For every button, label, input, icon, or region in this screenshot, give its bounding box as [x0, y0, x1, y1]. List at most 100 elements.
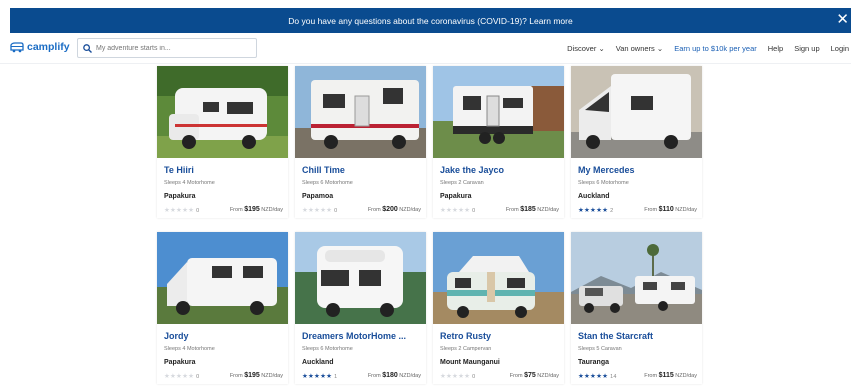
listing-title[interactable]: Jordy: [164, 331, 286, 341]
listing-meta: Sleeps 4 Motorhome: [164, 180, 215, 186]
star-rating: ★★★★★ 2: [578, 207, 614, 214]
nav-van-owners-label[interactable]: Van owners: [616, 44, 655, 53]
listing-sleeps: Sleeps 2: [440, 346, 462, 352]
listing-card[interactable]: My Mercedes Sleeps 6 Motorhome Auckland …: [571, 66, 702, 218]
star-rating: ★★★★★ 0: [302, 207, 338, 214]
price-amount: $200: [382, 206, 398, 213]
star-rating: ★★★★★ 0: [440, 207, 476, 214]
nav-divider: [0, 63, 851, 64]
listing-card[interactable]: Te Hiiri Sleeps 4 Motorhome Papakura ★★★…: [157, 66, 288, 218]
nav-signup[interactable]: Sign up: [794, 44, 819, 53]
listing-sleeps: Sleeps 4: [164, 346, 186, 352]
listing-location: Papamoa: [302, 193, 334, 200]
review-count: 0: [472, 208, 476, 214]
review-count: 0: [196, 374, 200, 380]
listing-location: Mount Maunganui: [440, 359, 500, 366]
listing-sleeps: Sleeps 6: [578, 180, 600, 186]
price-amount: $195: [244, 372, 260, 379]
listing-card[interactable]: Dreamers MotorHome ... Sleeps 6 Motorhom…: [295, 232, 426, 384]
listing-photo[interactable]: [433, 66, 564, 158]
listing-title[interactable]: Stan the Starcraft: [578, 331, 700, 341]
listing-photo[interactable]: [571, 232, 702, 324]
price-amount: $115: [658, 372, 674, 379]
price-amount: $110: [658, 206, 674, 213]
listing-type: Campervan: [462, 346, 492, 352]
listing-type: Motorhome: [324, 180, 353, 186]
listing-title[interactable]: Dreamers MotorHome ...: [302, 331, 424, 341]
listing-title[interactable]: My Mercedes: [578, 165, 700, 175]
nav-discover-label[interactable]: Discover: [567, 44, 596, 53]
star-rating: ★★★★★ 1: [302, 373, 338, 380]
review-count: 14: [610, 374, 617, 380]
listing-title[interactable]: Jake the Jayco: [440, 165, 562, 175]
listing-price: From $200 NZD/day: [368, 206, 421, 213]
chevron-down-icon: ⌄: [656, 44, 664, 53]
listing-photo[interactable]: [295, 66, 426, 158]
listing-photo[interactable]: [157, 66, 288, 158]
listing-title[interactable]: Te Hiiri: [164, 165, 286, 175]
price-unit: NZD/day: [675, 373, 697, 379]
star-rating: ★★★★★ 14: [578, 373, 617, 380]
camplify-logo[interactable]: camplify: [10, 41, 70, 53]
listing-location: Papakura: [164, 193, 196, 200]
banner-text[interactable]: Do you have any questions about the coro…: [288, 16, 572, 26]
listing-meta: Sleeps 6 Motorhome: [578, 180, 629, 186]
top-navigation: camplify Discover ⌄ Van owners ⌄ Earn up…: [0, 36, 851, 64]
listing-sleeps: Sleeps 2: [440, 180, 462, 186]
nav-earn[interactable]: Earn up to $10k per year: [674, 44, 757, 53]
search-input[interactable]: [96, 44, 246, 52]
nav-discover[interactable]: Discover ⌄: [567, 44, 605, 53]
chevron-down-icon: ⌄: [598, 44, 605, 53]
price-unit: NZD/day: [261, 373, 283, 379]
listing-type: Motorhome: [324, 346, 353, 352]
price-amount: $180: [382, 372, 398, 379]
listing-location: Tauranga: [578, 359, 609, 366]
listing-meta: Sleeps 5 Caravan: [578, 346, 622, 352]
price-from: From: [229, 373, 243, 379]
close-icon[interactable]: ✕: [836, 11, 849, 29]
listing-type: Caravan: [600, 346, 622, 352]
listing-photo[interactable]: [433, 232, 564, 324]
listing-card[interactable]: Chill Time Sleeps 6 Motorhome Papamoa ★★…: [295, 66, 426, 218]
price-unit: NZD/day: [675, 207, 697, 213]
listing-sleeps: Sleeps 4: [164, 180, 186, 186]
price-from: From: [509, 373, 523, 379]
listing-type: Motorhome: [600, 180, 629, 186]
listing-photo[interactable]: [295, 232, 426, 324]
listing-location: Auckland: [302, 359, 334, 366]
listing-price: From $195 NZD/day: [230, 206, 283, 213]
price-amount: $75: [524, 372, 536, 379]
listing-price: From $180 NZD/day: [368, 372, 421, 379]
listing-title[interactable]: Retro Rusty: [440, 331, 562, 341]
nav-help[interactable]: Help: [768, 44, 783, 53]
search-icon: [83, 43, 92, 53]
search-box[interactable]: [77, 38, 257, 58]
review-count: 0: [196, 208, 200, 214]
listing-location: Auckland: [578, 193, 610, 200]
listing-price: From $115 NZD/day: [644, 372, 697, 379]
review-count: 2: [610, 208, 614, 214]
listing-card[interactable]: Stan the Starcraft Sleeps 5 Caravan Taur…: [571, 232, 702, 384]
listing-photo[interactable]: [571, 66, 702, 158]
listing-card[interactable]: Retro Rusty Sleeps 2 Campervan Mount Mau…: [433, 232, 564, 384]
listing-card[interactable]: Jordy Sleeps 4 Motorhome Papakura ★★★★★ 0…: [157, 232, 288, 384]
nav-login[interactable]: Login: [831, 44, 849, 53]
van-logo-icon: [10, 41, 24, 52]
covid-banner[interactable]: Do you have any questions about the coro…: [10, 8, 851, 33]
listing-photo[interactable]: [157, 232, 288, 324]
logo-text: camplify: [27, 41, 70, 53]
price-amount: $185: [520, 206, 536, 213]
listing-type: Motorhome: [186, 346, 215, 352]
listing-sleeps: Sleeps 6: [302, 180, 324, 186]
price-from: From: [229, 207, 243, 213]
price-from: From: [367, 207, 381, 213]
price-unit: NZD/day: [261, 207, 283, 213]
nav-van-owners[interactable]: Van owners ⌄: [616, 44, 663, 53]
review-count: 1: [334, 374, 338, 380]
price-unit: NZD/day: [399, 373, 421, 379]
star-rating: ★★★★★ 0: [164, 373, 200, 380]
listing-title[interactable]: Chill Time: [302, 165, 424, 175]
listing-meta: Sleeps 6 Motorhome: [302, 180, 353, 186]
listing-card[interactable]: Jake the Jayco Sleeps 2 Caravan Papakura…: [433, 66, 564, 218]
listing-location: Papakura: [440, 193, 472, 200]
